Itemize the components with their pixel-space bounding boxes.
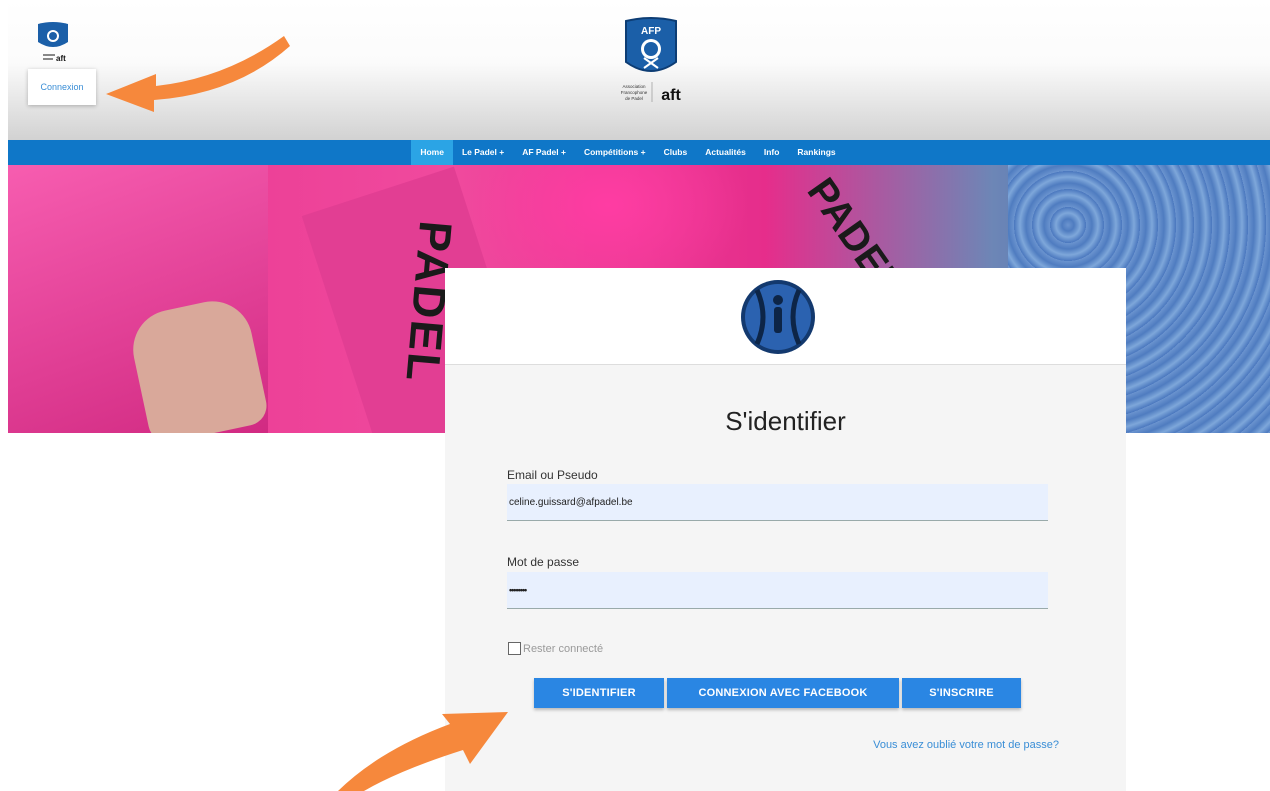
nav-item-actualites[interactable]: Actualités: [696, 140, 755, 165]
logo-afp-text: AFP: [641, 26, 661, 37]
remember-me[interactable]: Rester connecté: [508, 642, 603, 655]
arrow-icon: [106, 36, 290, 112]
email-label: Email ou Pseudo: [507, 468, 598, 482]
nav-item-info[interactable]: Info: [755, 140, 789, 165]
site-header: aft Connexion AFP Association Francophon…: [8, 0, 1270, 140]
nav-item-le-padel[interactable]: Le Padel +: [453, 140, 513, 165]
login-card-header: [445, 268, 1126, 365]
remember-label: Rester connecté: [523, 642, 604, 655]
arrow-icon: [338, 712, 508, 791]
password-label: Mot de passe: [507, 555, 580, 569]
password-input[interactable]: [509, 585, 1048, 595]
email-input[interactable]: [509, 496, 1048, 508]
remember-checkbox[interactable]: [508, 642, 521, 655]
nav-items: Home Le Padel + AF Padel + Compétitions …: [411, 140, 844, 165]
small-afp-logo: aft: [38, 22, 68, 63]
facebook-login-button[interactable]: CONNEXION AVEC FACEBOOK: [667, 678, 899, 708]
login-title: S'identifier: [725, 406, 846, 436]
nav-item-home[interactable]: Home: [411, 140, 453, 165]
register-button[interactable]: S'INSCRIRE: [902, 678, 1021, 708]
page: aft Connexion AFP Association Francophon…: [0, 0, 1270, 791]
small-logo-brand: aft: [56, 54, 66, 63]
main-navigation: Home Le Padel + AF Padel + Compétitions …: [8, 140, 1270, 165]
nav-item-rankings[interactable]: Rankings: [788, 140, 844, 165]
logo-brand: aft: [661, 87, 681, 104]
login-button[interactable]: S'IDENTIFIER: [534, 678, 664, 708]
forgot-password-link[interactable]: Vous avez oublié votre mot de passe?: [845, 739, 1059, 751]
email-field[interactable]: [507, 484, 1048, 521]
nav-item-clubs[interactable]: Clubs: [655, 140, 697, 165]
afp-main-logo: AFP Association Francophone de Padel aft: [621, 17, 681, 104]
login-card: S'identifier Email ou Pseudo Mot de pass…: [445, 268, 1126, 791]
logo-caption-1: Association: [622, 84, 646, 89]
connexion-link[interactable]: Connexion: [28, 69, 96, 105]
logo-caption-2: Francophone: [621, 90, 648, 95]
nav-item-af-padel[interactable]: AF Padel +: [513, 140, 575, 165]
tennis-ball-logo-icon: [741, 280, 815, 354]
logo-caption-3: de Padel: [625, 96, 643, 101]
nav-item-competitions[interactable]: Compétitions +: [575, 140, 655, 165]
password-field[interactable]: [507, 572, 1048, 609]
